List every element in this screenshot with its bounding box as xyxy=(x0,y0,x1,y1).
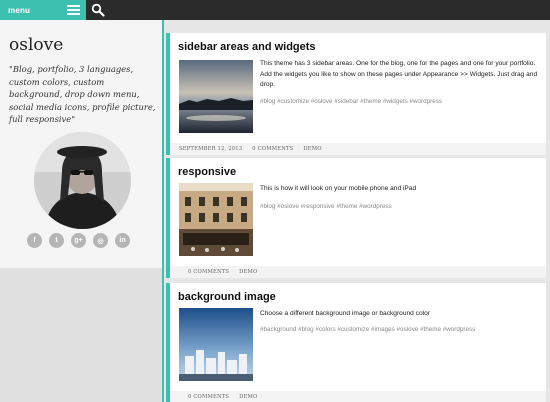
post-thumbnail[interactable] xyxy=(179,183,253,256)
post-tags[interactable]: #background #blog #colors #customize #im… xyxy=(260,326,544,333)
facebook-icon[interactable]: f xyxy=(27,233,42,248)
linkedin-icon[interactable]: in xyxy=(115,233,130,248)
post-title[interactable]: sidebar areas and widgets xyxy=(178,41,316,53)
post-excerpt: This is how it will look on your mobile … xyxy=(260,185,417,192)
site-tagline: "Blog, portfolio, 3 languages, custom co… xyxy=(9,64,156,125)
sidebar-footer-area xyxy=(0,268,164,402)
post-meta: SEPTEMBER 12, 2013 0 COMMENTS DEMO xyxy=(170,143,546,155)
twitter-icon[interactable]: t xyxy=(49,233,64,248)
google-plus-icon[interactable]: g+ xyxy=(71,233,86,248)
post-excerpt: Choose a different background image or b… xyxy=(260,310,430,317)
search-icon[interactable] xyxy=(91,3,105,17)
instagram-icon[interactable]: ◎ xyxy=(93,233,108,248)
post-card: background image Choose a different back… xyxy=(166,283,546,402)
hamburger-icon xyxy=(67,5,80,15)
post-thumbnail[interactable] xyxy=(179,308,253,381)
post-excerpt: This theme has 3 sidebar areas. One for … xyxy=(260,60,538,88)
menu-button[interactable]: menu xyxy=(0,0,86,20)
post-comments-link[interactable]: 0 COMMENTS xyxy=(252,146,293,152)
post-card: responsive This is how it will look on y… xyxy=(166,158,546,278)
post-meta: 0 COMMENTS DEMO xyxy=(170,266,546,278)
menu-label: menu xyxy=(8,5,31,15)
post-tags[interactable]: #blog #oslove #responsive #theme #wordpr… xyxy=(260,203,544,210)
post-category-link[interactable]: DEMO xyxy=(239,394,257,400)
post-title[interactable]: responsive xyxy=(178,166,236,178)
post-comments-link[interactable]: 0 COMMENTS xyxy=(188,394,229,400)
post-tags[interactable]: #blog #customize #oslove #sidebar #theme… xyxy=(260,98,544,105)
top-bar: menu xyxy=(0,0,550,20)
post-thumbnail[interactable] xyxy=(179,60,253,133)
post-category-link[interactable]: DEMO xyxy=(239,269,257,275)
profile-picture xyxy=(34,132,131,229)
post-comments-link[interactable]: 0 COMMENTS xyxy=(188,269,229,275)
social-icons: f t g+ ◎ in xyxy=(27,233,130,248)
post-date: SEPTEMBER 12, 2013 xyxy=(179,146,243,152)
site-title[interactable]: oslove xyxy=(9,35,63,55)
post-category-link[interactable]: DEMO xyxy=(303,146,321,152)
post-card: sidebar areas and widgets This theme has… xyxy=(166,33,546,155)
post-title[interactable]: background image xyxy=(178,291,276,303)
post-meta: 0 COMMENTS DEMO xyxy=(170,391,546,402)
